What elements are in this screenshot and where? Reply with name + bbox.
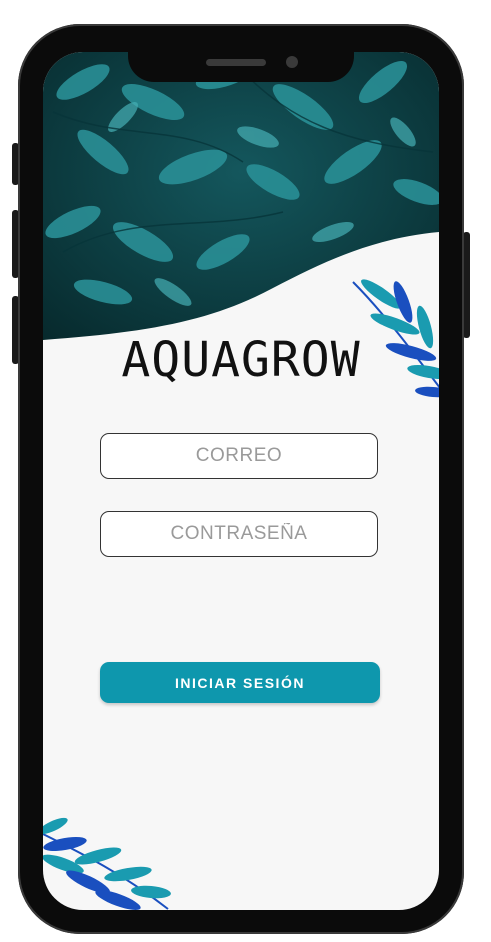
leaf-branch-icon — [43, 817, 171, 910]
email-field[interactable] — [100, 433, 378, 479]
side-button-power — [463, 232, 470, 338]
password-field[interactable] — [100, 511, 378, 557]
email-input[interactable] — [101, 444, 377, 468]
login-button[interactable]: INICIAR SESIÓN — [100, 662, 380, 703]
password-input[interactable] — [101, 522, 377, 546]
front-camera — [286, 56, 298, 68]
speaker-grille — [206, 59, 266, 66]
app-screen: AQUAGROW INICIAR SESIÓN — [43, 52, 439, 910]
device-mockup: AQUAGROW INICIAR SESIÓN — [0, 0, 491, 942]
app-title: AQUAGROW — [121, 332, 361, 388]
phone-notch — [128, 30, 354, 82]
